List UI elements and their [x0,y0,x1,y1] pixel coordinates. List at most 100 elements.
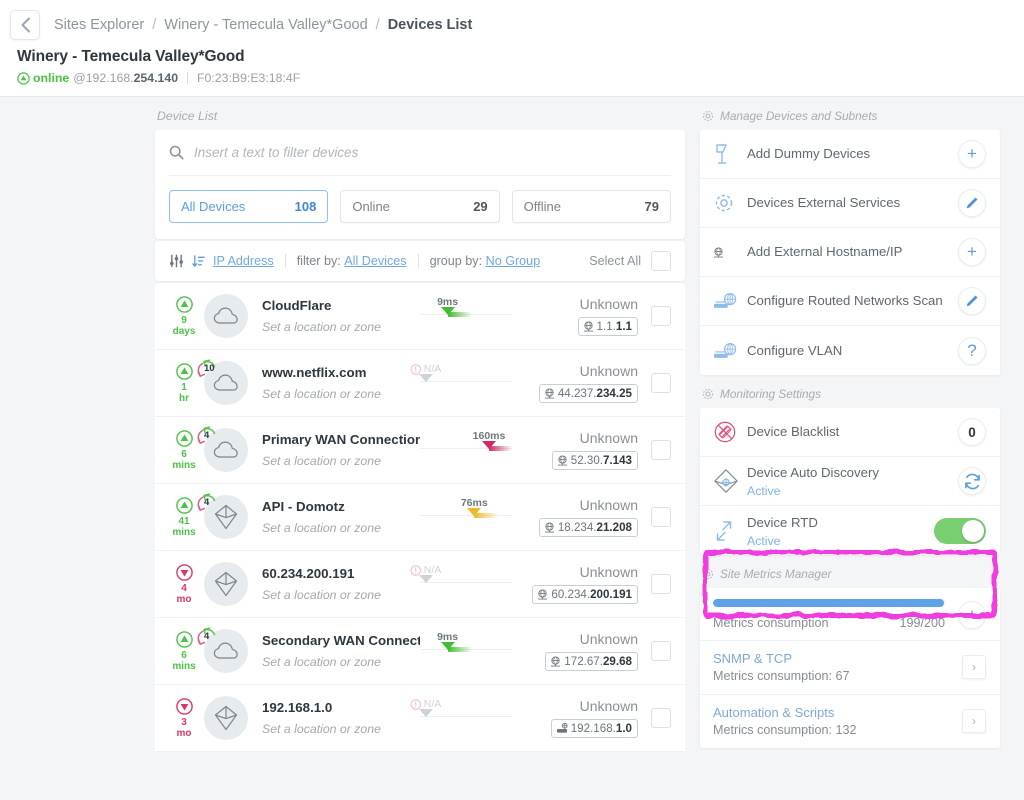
sliders-icon[interactable] [169,254,184,268]
latency-baseline [420,582,512,583]
device-row[interactable]: 6 mins 4 Primary WAN Connection Set a loc… [155,417,685,484]
device-row[interactable]: 41 mins 4 API - Domotz Set a location or … [155,484,685,551]
site-metrics-card: Metrics consumption 199/200 + SNMP & TCP… [700,588,1000,748]
device-hostname: Unknown [579,497,638,513]
device-ip-badge[interactable]: 60.234.200.191 [532,585,638,604]
device-row-checkbox[interactable] [651,373,671,393]
avatar [204,562,248,606]
chevron-right-icon[interactable]: › [962,655,986,679]
globe-icon [544,522,555,533]
latency-marker [440,307,455,315]
device-ip-badge[interactable]: 18.234.21.208 [538,518,638,537]
filter-by-label: filter by: [296,254,341,268]
pill-offline[interactable]: Offline 79 [511,190,671,223]
device-row-checkbox[interactable] [651,306,671,326]
plus-icon: + [967,144,977,163]
metrics-row-sub: Metrics consumption: 132 [713,723,857,737]
back-button[interactable] [10,10,40,40]
device-ip-badge[interactable]: 1.1.1.1 [577,317,638,336]
device-row[interactable]: 6 mins 4 Secondary WAN Connectio Set a lo… [155,618,685,685]
sidebar-item-device-rtd[interactable]: Device RTD Active [700,506,1000,555]
sidebar-item-configure-routed-networks-scan[interactable]: Configure Routed Networks Scan [700,277,1000,326]
device-avatar-wrap: 4 [197,493,252,539]
latency-sparkline: 76ms [420,497,512,537]
pill-all-devices[interactable]: All Devices 108 [169,190,329,223]
device-location-placeholder[interactable]: Set a location or zone [262,655,420,669]
metrics-row-sub: Metrics consumption: 67 [713,669,850,683]
pill-count: 108 [294,199,317,214]
sidebar-item-device-auto-discovery[interactable]: Device Auto Discovery Active [700,457,1000,506]
device-name: CloudFlare [262,298,332,313]
device-row-checkbox[interactable] [651,574,671,594]
blacklist-count-badge[interactable]: 0 [958,418,986,446]
sidebar-item-devices-external-services[interactable]: Devices External Services [700,179,1000,228]
device-hostname: Unknown [579,698,638,714]
auto-discovery-icon [713,468,747,494]
globe-icon [537,589,548,600]
latency-marker [418,575,433,583]
monitoring-settings-card: Device Blacklist 0 Device Auto Discovery… [700,408,1000,555]
device-ip-badge[interactable]: 192.168.1.0 [550,719,638,738]
device-row-checkbox[interactable] [651,440,671,460]
breadcrumb-item-sites-explorer[interactable]: Sites Explorer [54,17,144,33]
device-ip-badge[interactable]: 44.237.234.25 [538,384,638,403]
add-button[interactable]: + [958,238,986,266]
search-input[interactable] [194,145,671,160]
device-hostname: Unknown [579,430,638,446]
refresh-button[interactable] [958,467,986,495]
globe-icon [713,246,747,258]
device-location-placeholder[interactable]: Set a location or zone [262,320,420,334]
sort-field-link[interactable]: IP Address [213,254,274,268]
device-row-checkbox[interactable] [651,641,671,661]
add-metrics-button[interactable]: + [958,600,986,629]
sidebar-item-add-external-hostname-ip[interactable]: Add External Hostname/IP + [700,228,1000,277]
blacklist-icon [713,420,747,444]
metrics-progress-track [713,599,945,607]
device-row[interactable]: 9 days CloudFlare Set a location or zone … [155,283,685,350]
latency-marker [440,642,455,650]
device-ip-badge[interactable]: 52.30.7.143 [551,451,638,470]
device-ip-badge[interactable]: 172.67.29.68 [545,652,638,671]
metrics-row-title: Automation & Scripts [713,705,835,720]
sidebar-item-label: Device RTD [747,514,818,530]
chevron-right-icon[interactable]: › [962,709,986,733]
group-by-link[interactable]: No Group [486,254,541,268]
device-location-placeholder[interactable]: Set a location or zone [262,387,420,401]
metrics-row-snmp-tcp[interactable]: SNMP & TCP Metrics consumption: 67 › [700,640,1000,694]
breadcrumb-separator: / [152,17,157,33]
latency-sparkline: 160ms [420,430,512,470]
pill-online[interactable]: Online 29 [340,190,500,223]
device-row-checkbox[interactable] [651,507,671,527]
device-row[interactable]: 4 mo 60.234.200.191 Set a location or zon… [155,551,685,618]
device-location-placeholder[interactable]: Set a location or zone [262,722,420,736]
edit-button[interactable] [958,287,986,315]
add-button[interactable]: + [958,140,986,168]
filter-by-link[interactable]: All Devices [344,254,406,268]
help-button[interactable]: ? [958,336,986,365]
device-refresh-badge: 4 [193,425,221,451]
device-location-placeholder[interactable]: Set a location or zone [262,588,420,602]
edit-button[interactable] [958,189,986,217]
device-location-placeholder[interactable]: Set a location or zone [262,454,420,468]
sidebar-item-label: Devices External Services [747,195,901,210]
select-all-checkbox[interactable] [651,251,671,271]
metrics-row-automation-scripts[interactable]: Automation & Scripts Metrics consumption… [700,694,1000,748]
octahedron-icon [214,571,238,597]
device-row[interactable]: 3 mo 192.168.1.0 Set a location or zone N… [155,685,685,752]
latency-marker [418,709,433,717]
sidebar-item-add-dummy-devices[interactable]: Add Dummy Devices + [700,130,1000,179]
device-filter-pills: All Devices 108 Online 29 Offline 79 [169,176,671,239]
latency-sparkline: N/A [409,698,512,738]
sort-ascending-icon[interactable] [192,254,205,268]
warning-circle-icon [409,564,421,576]
sidebar-item-configure-vlan[interactable]: Configure VLAN ? [700,326,1000,375]
latency-marker [418,374,433,382]
sidebar-item-device-blacklist[interactable]: Device Blacklist 0 [700,408,1000,457]
device-row[interactable]: 1 hr 10 www.netflix.com Set a location or… [155,350,685,417]
rtd-toggle[interactable] [934,517,986,544]
device-row-checkbox[interactable] [651,708,671,728]
breadcrumb-item-site[interactable]: Winery - Temecula Valley*Good [164,17,367,33]
device-location-placeholder[interactable]: Set a location or zone [262,521,420,535]
latency-baseline [420,716,512,717]
manage-section-caption: Manage Devices and Subnets [700,97,1000,130]
